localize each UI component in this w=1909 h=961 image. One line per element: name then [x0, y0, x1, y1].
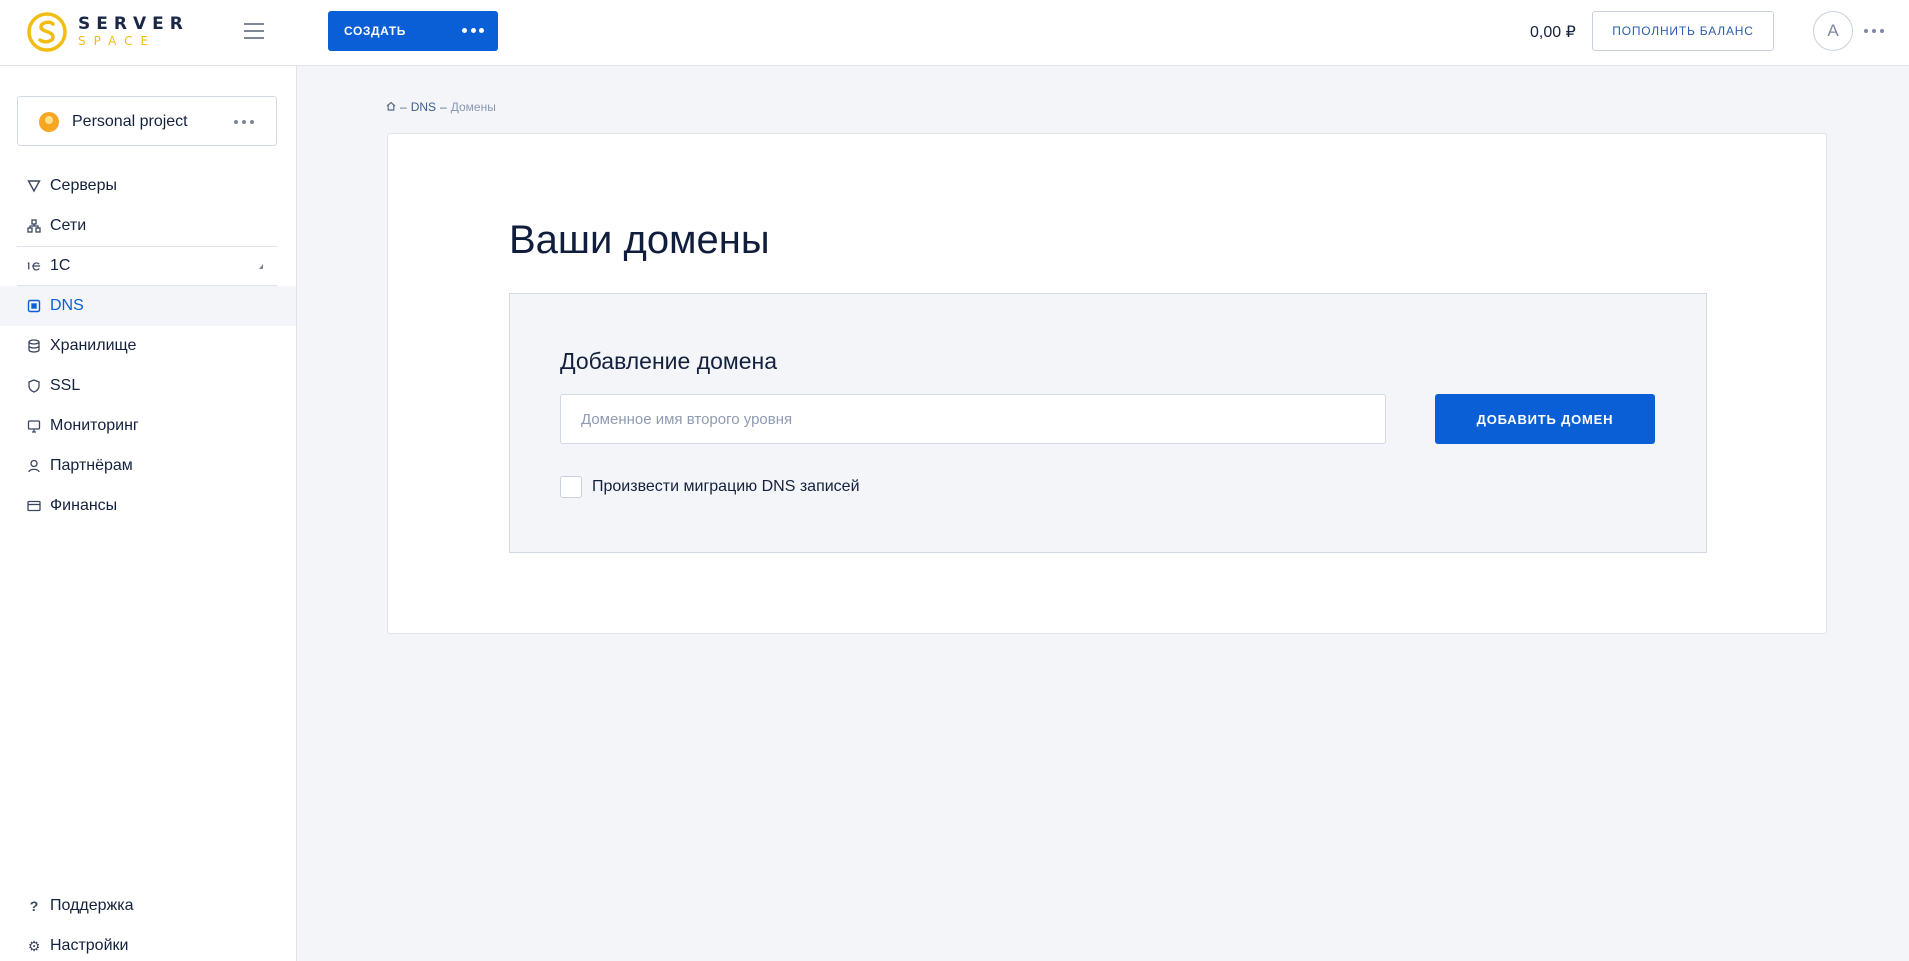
- sidebar-item-dns[interactable]: DNS: [0, 286, 296, 326]
- breadcrumb-separator: –: [440, 100, 447, 114]
- sidebar: Personal project Серверы Сети 1С DNS Хра…: [0, 66, 297, 961]
- domain-name-input[interactable]: [560, 394, 1386, 444]
- sidebar-item-partners[interactable]: Партнёрам: [0, 446, 296, 486]
- sidebar-item-label: Настройки: [50, 937, 129, 954]
- project-name: Personal project: [72, 113, 188, 130]
- add-domain-button[interactable]: ДОБАВИТЬ ДОМЕН: [1435, 394, 1655, 444]
- sidebar-item-networks[interactable]: Сети: [0, 206, 296, 246]
- sidebar-item-label: Финансы: [50, 497, 118, 514]
- gear-icon: ⚙: [27, 937, 41, 954]
- project-menu-dots-icon[interactable]: [234, 120, 254, 124]
- sidebar-item-label: DNS: [50, 297, 84, 314]
- logo[interactable]: SERVER SPACE: [26, 11, 196, 53]
- sidebar-item-label: Хранилище: [50, 337, 137, 354]
- domains-card: Ваши домены Добавление домена ДОБАВИТЬ Д…: [387, 133, 1827, 634]
- expand-caret-icon[interactable]: [259, 264, 263, 269]
- shield-icon: [27, 379, 41, 393]
- migrate-dns-option[interactable]: Произвести миграцию DNS записей: [560, 476, 860, 498]
- sidebar-nav: Серверы Сети 1С DNS Хранилище SSL Монито…: [0, 166, 296, 526]
- sidebar-item-servers[interactable]: Серверы: [0, 166, 296, 206]
- sidebar-item-finance[interactable]: Финансы: [0, 486, 296, 526]
- page-title: Ваши домены: [509, 218, 770, 262]
- user-menu-dots-icon[interactable]: [1864, 29, 1884, 34]
- monitor-icon: [27, 419, 41, 433]
- one-c-icon: [27, 259, 41, 273]
- more-dots-icon[interactable]: [462, 28, 484, 34]
- breadcrumb-dns[interactable]: DNS: [411, 100, 436, 114]
- breadcrumb: – DNS – Домены: [386, 100, 496, 114]
- sidebar-item-settings[interactable]: ⚙ Настройки: [0, 926, 296, 961]
- person-icon: [27, 459, 41, 473]
- menu-icon[interactable]: [244, 23, 264, 39]
- migrate-dns-label: Произвести миграцию DNS записей: [592, 478, 860, 495]
- sidebar-item-storage[interactable]: Хранилище: [0, 326, 296, 366]
- sidebar-item-1c[interactable]: 1С: [17, 246, 277, 286]
- triangle-down-icon: [27, 179, 41, 193]
- sidebar-item-label: 1С: [50, 257, 71, 274]
- card-icon: [27, 499, 41, 513]
- create-button[interactable]: СОЗДАТЬ: [328, 11, 498, 51]
- sidebar-item-label: Серверы: [50, 177, 117, 194]
- question-icon: ?: [29, 898, 39, 914]
- sidebar-item-monitoring[interactable]: Мониторинг: [0, 406, 296, 446]
- user-avatar[interactable]: A: [1813, 11, 1853, 51]
- home-icon[interactable]: [386, 100, 396, 114]
- breadcrumb-separator: –: [400, 100, 407, 114]
- create-button-label: СОЗДАТЬ: [344, 24, 406, 38]
- add-domain-panel: Добавление домена ДОБАВИТЬ ДОМЕН Произве…: [509, 293, 1707, 553]
- sidebar-item-label: Партнёрам: [50, 457, 133, 474]
- sidebar-item-label: Мониторинг: [50, 417, 139, 434]
- breadcrumb-current: Домены: [450, 100, 496, 114]
- sidebar-item-ssl[interactable]: SSL: [0, 366, 296, 406]
- sidebar-item-label: Поддержка: [50, 897, 134, 914]
- topup-balance-button[interactable]: ПОПОЛНИТЬ БАЛАНС: [1592, 11, 1774, 51]
- sidebar-item-support[interactable]: ? Поддержка: [0, 886, 296, 926]
- database-icon: [27, 339, 41, 353]
- project-avatar-icon: [39, 112, 59, 132]
- network-icon: [27, 219, 41, 233]
- sidebar-bottom-nav: ? Поддержка ⚙ Настройки: [0, 886, 296, 961]
- dns-icon: [27, 299, 41, 313]
- logo-word-space: SPACE: [78, 34, 157, 48]
- add-domain-title: Добавление домена: [560, 348, 778, 374]
- logo-word-server: SERVER: [78, 14, 189, 34]
- project-selector[interactable]: Personal project: [17, 96, 277, 146]
- top-header: SERVER SPACE СОЗДАТЬ 0,00 ₽ ПОПОЛНИТЬ БА…: [0, 0, 1909, 66]
- sidebar-item-label: Сети: [50, 217, 87, 234]
- sidebar-item-label: SSL: [50, 377, 81, 394]
- migrate-dns-checkbox[interactable]: [560, 476, 582, 498]
- logo-icon: [27, 12, 67, 52]
- balance-amount: 0,00 ₽: [1530, 24, 1576, 41]
